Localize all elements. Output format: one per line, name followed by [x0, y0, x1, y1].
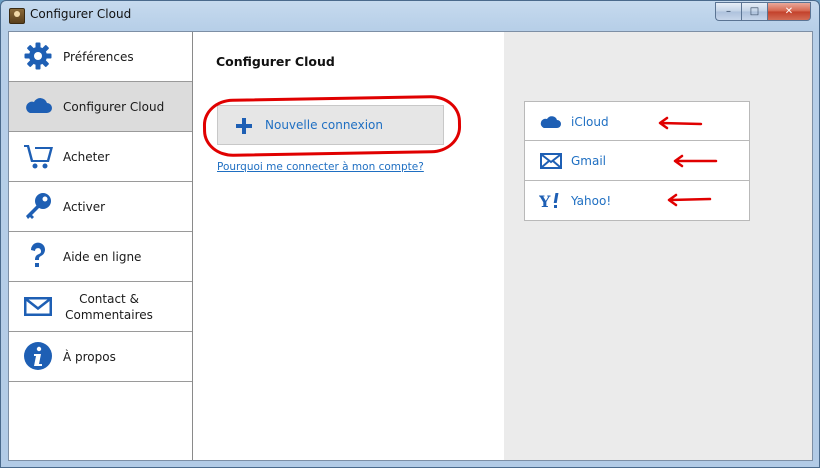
sidebar-item-label: Aide en ligne — [63, 249, 142, 264]
main-panel: Configurer Cloud Nouvelle connexion Pour… — [194, 32, 504, 460]
gear-icon — [24, 42, 52, 70]
sidebar-item-buy[interactable]: Acheter — [9, 132, 192, 182]
sidebar: Préférences Configurer Cloud Acheter Act… — [9, 32, 193, 460]
sidebar-item-label: Préférences — [63, 49, 134, 64]
sidebar-item-configure-cloud[interactable]: Configurer Cloud — [9, 82, 192, 132]
key-icon — [26, 193, 51, 219]
cloud-icon — [540, 116, 561, 128]
provider-label: Gmail — [571, 154, 607, 168]
app-window: Configurer Cloud – □ ✕ Préférences Confi… — [0, 0, 820, 468]
minimize-button[interactable]: – — [715, 2, 741, 21]
provider-gmail-button[interactable]: Gmail — [524, 141, 750, 181]
maximize-button[interactable]: □ — [741, 2, 767, 21]
client-area: Préférences Configurer Cloud Acheter Act… — [8, 31, 813, 461]
sidebar-item-label: Contact & Commentaires — [59, 291, 159, 323]
sidebar-item-label: À propos — [63, 349, 116, 364]
svg-text:Y: Y — [539, 192, 551, 211]
question-icon — [30, 242, 45, 267]
sidebar-item-label: Acheter — [63, 149, 110, 164]
provider-panel: iCloud Gmail Y Yahoo! — [504, 32, 812, 460]
page-title: Configurer Cloud — [216, 54, 335, 69]
sidebar-item-label-line2: Commentaires — [65, 307, 153, 322]
sidebar-item-label-line1: Contact & — [79, 291, 139, 306]
cart-icon — [24, 145, 53, 169]
sidebar-item-about[interactable]: À propos — [9, 332, 192, 382]
envelope-icon — [24, 297, 52, 316]
sidebar-item-contact[interactable]: Contact & Commentaires — [9, 282, 192, 332]
provider-yahoo-button[interactable]: Y Yahoo! — [524, 181, 750, 221]
sidebar-item-label: Configurer Cloud — [63, 99, 165, 114]
sidebar-item-preferences[interactable]: Préférences — [9, 32, 192, 82]
window-title: Configurer Cloud — [30, 7, 132, 21]
sidebar-item-activate[interactable]: Activer — [9, 182, 192, 232]
new-connection-button[interactable]: Nouvelle connexion — [217, 105, 444, 145]
cloud-icon — [26, 98, 52, 113]
info-icon — [24, 342, 52, 370]
plus-icon — [236, 118, 252, 134]
provider-icloud-button[interactable]: iCloud — [524, 101, 750, 141]
sidebar-item-online-help[interactable]: Aide en ligne — [9, 232, 192, 282]
provider-label: Yahoo! — [571, 194, 612, 208]
sidebar-item-label: Activer — [63, 199, 106, 214]
provider-label: iCloud — [571, 115, 609, 129]
window-controls: – □ ✕ — [715, 2, 811, 21]
close-button[interactable]: ✕ — [767, 2, 811, 21]
help-link[interactable]: Pourquoi me connecter à mon compte? — [217, 161, 424, 173]
yahoo-icon: Y — [539, 192, 559, 211]
envelope-icon — [540, 153, 562, 169]
app-icon — [9, 8, 25, 24]
title-bar[interactable]: Configurer Cloud – □ ✕ — [1, 1, 819, 31]
new-connection-label: Nouvelle connexion — [265, 118, 383, 132]
